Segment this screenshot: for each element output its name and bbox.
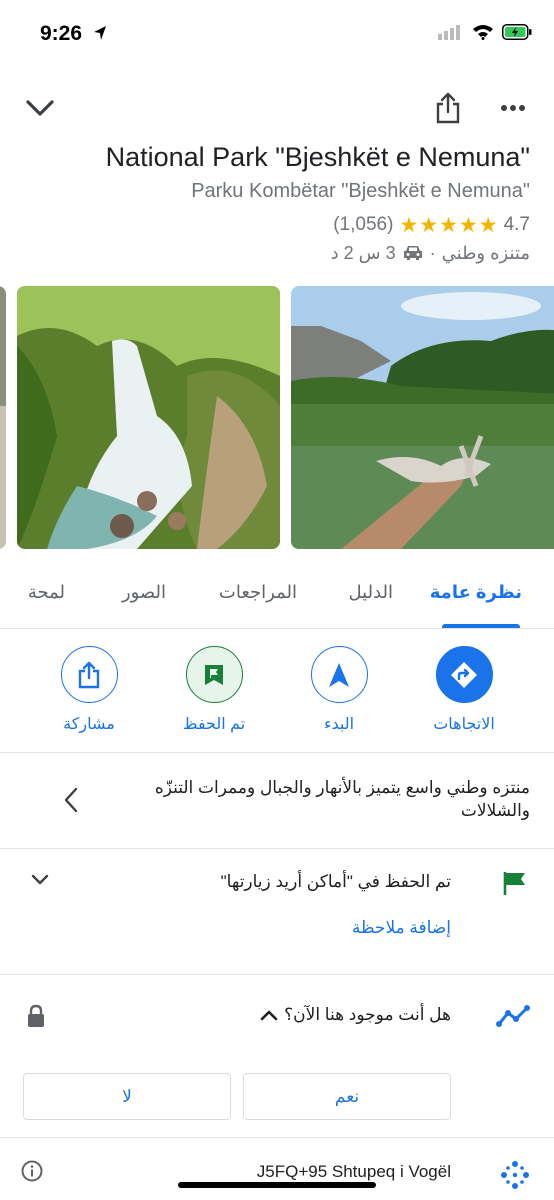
directions-circle — [435, 646, 493, 703]
divider — [0, 1137, 554, 1138]
plus-code-text: J5FQ+95 Shtupeq i Vogël — [256, 1162, 451, 1181]
photo-partial[interactable] — [0, 286, 6, 549]
more-options-button[interactable] — [491, 84, 535, 132]
saved-circle — [185, 646, 243, 703]
place-description[interactable]: منتزه وطني واسع يتميز بالأنهار والجبال و… — [150, 776, 530, 822]
directions-icon — [451, 661, 477, 688]
plus-code-icon — [501, 1161, 529, 1189]
share-icon — [436, 92, 460, 124]
place-native-name: Parku Kombëtar "Bjeshkët e Nemuna" — [191, 180, 530, 202]
location-arrow-icon — [94, 26, 106, 40]
meta-separator: · — [429, 242, 436, 263]
divider — [0, 974, 554, 975]
photo-lake[interactable] — [291, 286, 554, 549]
status-bar: 9:26 — [0, 0, 554, 70]
start-circle — [310, 646, 368, 703]
tab-reviews[interactable]: المراجعات — [219, 582, 297, 603]
signal-icon — [438, 25, 460, 40]
car-icon — [403, 246, 422, 260]
place-category: متنزه وطني — [441, 242, 530, 263]
flag-icon — [503, 872, 525, 895]
chevron-up-icon — [260, 1010, 278, 1021]
navigation-icon — [329, 662, 349, 687]
share-circle — [60, 646, 118, 703]
home-indicator[interactable] — [178, 1182, 376, 1188]
place-title: National Park "Bjeshkët e Nemuna" — [105, 142, 530, 172]
tab-about[interactable]: لمحة — [28, 582, 65, 603]
place-toolbar — [0, 84, 554, 132]
tab-photos[interactable]: الصور — [122, 582, 166, 603]
saved-button[interactable]: تم الحفظ — [154, 646, 274, 734]
no-button[interactable]: لا — [23, 1073, 231, 1120]
share-label: مشاركة — [63, 716, 115, 733]
review-count: (1,056) — [333, 214, 394, 235]
tab-bar: نظرة عامة الدليل المراجعات الصور لمحة — [0, 570, 554, 628]
star-icon: ★ — [478, 213, 498, 237]
star-icon: ★ — [458, 213, 478, 237]
divider — [0, 848, 554, 849]
add-note-link[interactable]: إضافة ملاحظة — [352, 918, 451, 938]
rating-row[interactable]: (1,056) ★ ★ ★ ★ ★ 4.7 — [333, 212, 530, 238]
here-question[interactable]: هل أنت موجود هنا الآن؟ — [260, 1005, 451, 1025]
saved-label: تم الحفظ — [182, 716, 246, 733]
share-top-button[interactable] — [426, 84, 470, 132]
start-label: البدء — [323, 716, 355, 733]
share-icon — [78, 661, 100, 688]
status-time: 9:26 — [40, 22, 83, 45]
wifi-icon — [473, 25, 493, 40]
chevron-down-icon — [26, 100, 54, 116]
tab-directory[interactable]: الدليل — [349, 582, 393, 603]
bookmark-flag-icon — [205, 664, 223, 685]
here-question-text: هل أنت موجود هنا الآن؟ — [284, 1005, 451, 1024]
star-rating: ★ ★ ★ ★ ★ — [399, 215, 497, 236]
directions-label: الاتجاهات — [433, 716, 495, 733]
place-meta: متنزه وطني · 3 س 2 د — [331, 240, 530, 266]
status-indicators — [438, 24, 532, 40]
lock-icon — [28, 1004, 44, 1027]
share-button[interactable]: مشاركة — [29, 646, 149, 734]
saved-list-text: تم الحفظ في "أماكن أريد زيارتها" — [220, 872, 451, 891]
divider — [0, 752, 554, 753]
chevron-left-icon[interactable] — [62, 786, 80, 814]
divider — [0, 628, 554, 629]
directions-button[interactable]: الاتجاهات — [404, 646, 524, 734]
tab-overview[interactable]: نظرة عامة — [430, 582, 522, 603]
star-icon: ★ — [399, 213, 419, 237]
trend-icon — [496, 1005, 530, 1027]
battery-icon — [502, 24, 532, 40]
chevron-down-icon[interactable] — [30, 873, 50, 887]
more-icon — [501, 105, 525, 111]
collapse-button[interactable] — [18, 84, 62, 132]
start-button[interactable]: البدء — [279, 646, 399, 734]
rating-value: 4.7 — [503, 214, 530, 235]
photo-waterfall[interactable] — [17, 286, 280, 549]
star-icon: ★ — [419, 213, 439, 237]
drive-time: 3 س 2 د — [330, 242, 396, 263]
info-icon[interactable] — [21, 1160, 43, 1182]
yes-button[interactable]: نعم — [243, 1073, 451, 1120]
star-icon: ★ — [439, 213, 458, 237]
